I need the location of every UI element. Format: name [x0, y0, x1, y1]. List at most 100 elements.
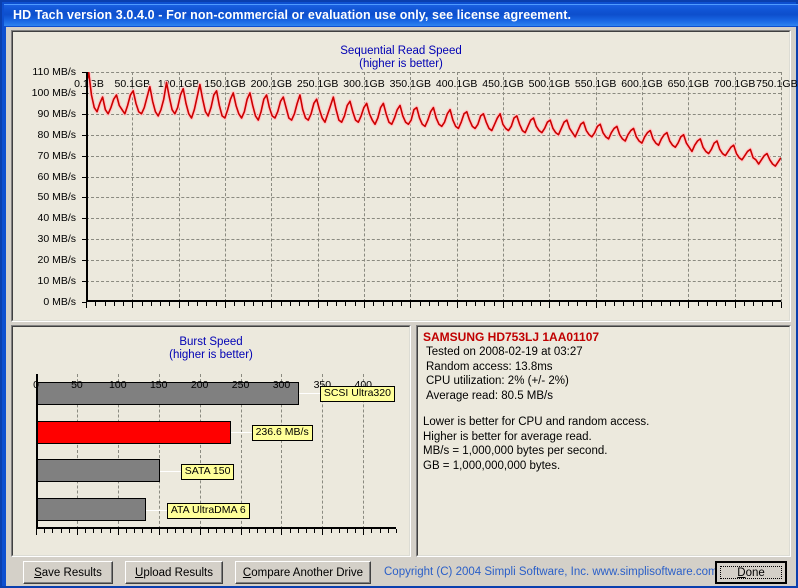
x-axis-minor-tick [354, 302, 356, 306]
upload-results-button[interactable]: Upload Results [125, 561, 223, 584]
drive-model-name: SAMSUNG HD753LJ 1AA01107 [423, 330, 600, 344]
y-axis-label: 60 MB/s [37, 170, 76, 183]
x-axis-minor-tick [530, 302, 532, 306]
burst-y-axis [36, 374, 38, 529]
y-axis-label: 80 MB/s [37, 128, 76, 141]
x-axis-minor-tick [716, 302, 718, 306]
copyright-text: Copyright (C) 2004 Simpli Software, Inc.… [384, 566, 718, 578]
drive-info-panel: SAMSUNG HD753LJ 1AA01107 Tested on 2008-… [416, 325, 791, 557]
x-axis-tick [595, 302, 597, 308]
burst-speed-panel: Burst Speed (higher is better) 0 50 100 150… [11, 325, 411, 557]
x-axis-minor-tick [160, 302, 162, 306]
gridline-vertical [781, 72, 782, 302]
burst-x-minor-tick [273, 529, 275, 533]
random-access-line: Random access: 13.8ms [426, 360, 553, 373]
compare-another-drive-button[interactable]: Compare Another Drive [235, 561, 371, 584]
burst-x-minor-tick [142, 529, 144, 533]
burst-x-minor-tick [85, 529, 87, 533]
burst-x-minor-tick [289, 529, 291, 533]
x-axis-minor-tick [632, 302, 634, 306]
y-axis-label: 30 MB/s [37, 233, 76, 246]
burst-x-minor-tick [216, 529, 217, 533]
burst-x-minor-tick [68, 529, 70, 533]
x-axis-minor-tick [141, 302, 143, 306]
x-axis-tick [317, 302, 319, 308]
done-label: Done [737, 567, 765, 579]
burst-x-minor-tick [379, 529, 381, 533]
x-axis-minor-tick [345, 302, 347, 306]
x-axis-minor-tick [150, 302, 152, 306]
upload-results-rest: pload Results [143, 566, 213, 579]
x-axis-minor-tick [706, 302, 708, 306]
burst-x-label: 150 [149, 379, 168, 391]
x-axis-minor-tick [771, 302, 773, 306]
burst-x-tick [76, 529, 78, 535]
save-results-accel: S [34, 566, 42, 579]
burst-callout-leader [230, 432, 253, 434]
burst-x-minor-tick [396, 529, 397, 533]
sequential-read-panel: Sequential Read Speed (higher is better)… [11, 30, 798, 322]
upload-results-label: Upload Results [135, 567, 213, 579]
save-results-button[interactable]: Save Results [23, 561, 113, 584]
burst-speed-subtitle: (higher is better) [169, 349, 253, 361]
burst-callout-label: 236.6 MB/s [251, 425, 313, 442]
x-axis-minor-tick [373, 302, 375, 306]
x-axis-minor-tick [104, 302, 106, 306]
burst-x-tick [158, 529, 160, 535]
y-axis-label: 70 MB/s [37, 149, 76, 162]
sequential-read-title-main: Sequential Read Speed [340, 45, 462, 57]
x-axis-minor-tick [669, 302, 671, 306]
x-axis-minor-tick [651, 302, 653, 306]
info-note-lower-better: Lower is better for CPU and random acces… [423, 416, 650, 428]
burst-speed-title: Burst Speed (higher is better) [12, 336, 410, 362]
y-axis-label: 20 MB/s [37, 254, 76, 267]
x-axis-minor-tick [252, 302, 254, 306]
burst-x-tick [117, 529, 119, 535]
burst-callout-label: ATA UltraDMA 6 [166, 502, 250, 519]
sequential-read-curve [86, 72, 781, 169]
save-results-rest: ave Results [41, 566, 102, 579]
x-axis-minor-tick [762, 302, 764, 306]
info-note-higher-better: Higher is better for average read. [423, 430, 592, 443]
x-axis-minor-tick [697, 302, 699, 306]
burst-speed-title-main: Burst Speed [179, 336, 243, 348]
x-axis-minor-tick [660, 302, 662, 306]
burst-x-tick [240, 529, 242, 535]
x-axis-minor-tick [326, 302, 328, 306]
burst-x-minor-tick [355, 529, 357, 533]
application-window: HD Tach version 3.0.4.0 - For non-commer… [0, 0, 798, 588]
x-axis-minor-tick [679, 302, 681, 306]
curve-glow [86, 72, 781, 169]
x-axis-minor-tick [299, 302, 301, 306]
x-axis-minor-tick [215, 302, 217, 306]
done-button[interactable]: Done [715, 561, 787, 584]
burst-x-axis [36, 527, 396, 529]
y-axis-label: 10 MB/s [37, 275, 76, 288]
button-bar: Save Results Upload Results Compare Anot… [6, 561, 796, 586]
average-read-line: Average read: 80.5 MB/s [426, 389, 553, 402]
x-axis-tick [503, 302, 504, 308]
x-axis-minor-tick [586, 302, 588, 306]
burst-x-minor-tick [346, 529, 348, 533]
x-axis-minor-tick [521, 302, 523, 306]
burst-x-label: 300 [272, 379, 291, 391]
x-axis-minor-tick [447, 302, 449, 306]
burst-x-minor-tick [306, 529, 307, 533]
burst-x-minor-tick [330, 529, 332, 533]
burst-callout-label: SATA 150 [180, 463, 235, 480]
y-axis-label: 0 MB/s [43, 296, 76, 308]
burst-x-minor-tick [52, 529, 54, 533]
x-axis-minor-tick [382, 302, 384, 306]
burst-x-minor-tick [134, 529, 136, 533]
burst-x-minor-tick [150, 529, 152, 533]
x-axis-minor-tick [280, 302, 282, 306]
x-axis-tick [225, 302, 226, 308]
x-axis-minor-tick [577, 302, 579, 306]
burst-bar [37, 459, 160, 483]
x-axis-tick [271, 302, 273, 308]
sequential-read-subtitle: (higher is better) [359, 58, 443, 70]
sequential-x-axis [86, 300, 781, 302]
x-axis-minor-tick [540, 302, 542, 306]
x-axis-minor-tick [558, 302, 560, 306]
burst-x-minor-tick [371, 529, 373, 533]
